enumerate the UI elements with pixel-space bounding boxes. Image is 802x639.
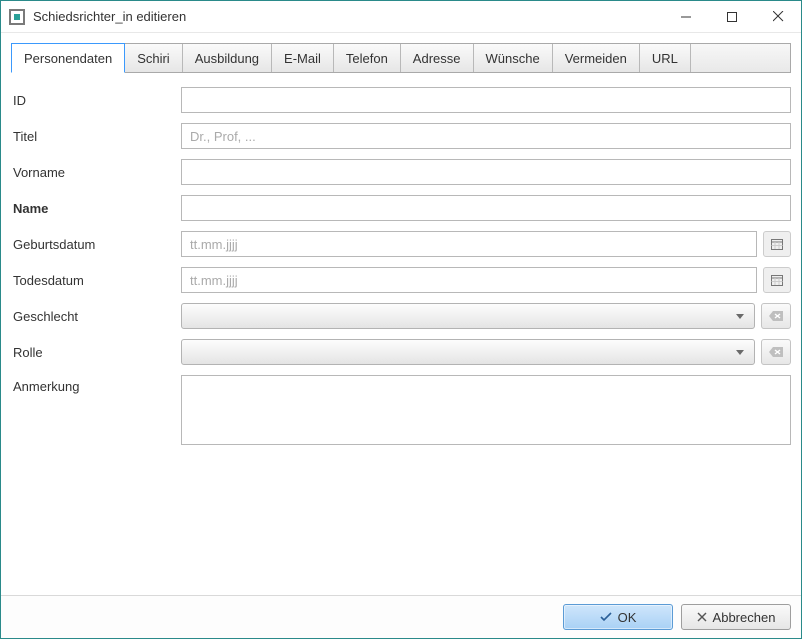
window-title: Schiedsrichter_in editieren: [33, 9, 663, 24]
select-rolle[interactable]: [181, 339, 755, 365]
minimize-button[interactable]: [663, 1, 709, 32]
close-icon: [773, 11, 784, 22]
label-titel: Titel: [11, 129, 181, 144]
datepicker-todesdatum-button[interactable]: [763, 267, 791, 293]
tab-wuensche[interactable]: Wünsche: [474, 44, 553, 72]
row-vorname: Vorname: [11, 159, 791, 185]
calendar-icon: [771, 274, 783, 286]
clear-rolle-button[interactable]: [761, 339, 791, 365]
label-vorname: Vorname: [11, 165, 181, 180]
tab-adresse[interactable]: Adresse: [401, 44, 474, 72]
label-id: ID: [11, 93, 181, 108]
ok-button[interactable]: OK: [563, 604, 673, 630]
row-name: Name: [11, 195, 791, 221]
row-anmerkung: Anmerkung: [11, 375, 791, 445]
input-todesdatum[interactable]: [181, 267, 757, 293]
dialog-footer: OK Abbrechen: [1, 595, 801, 638]
row-id: ID: [11, 87, 791, 113]
dialog-window: Schiedsrichter_in editieren Personendate…: [0, 0, 802, 639]
row-rolle: Rolle: [11, 339, 791, 365]
title-bar: Schiedsrichter_in editieren: [1, 1, 801, 33]
input-titel[interactable]: [181, 123, 791, 149]
label-todesdatum: Todesdatum: [11, 273, 181, 288]
chevron-down-icon: [736, 314, 744, 319]
chevron-down-icon: [736, 350, 744, 355]
tab-ausbildung[interactable]: Ausbildung: [183, 44, 272, 72]
datepicker-geburtsdatum-button[interactable]: [763, 231, 791, 257]
textarea-anmerkung[interactable]: [181, 375, 791, 445]
input-vorname[interactable]: [181, 159, 791, 185]
label-anmerkung: Anmerkung: [11, 375, 181, 394]
app-icon: [9, 9, 25, 25]
window-controls: [663, 1, 801, 32]
clear-icon: [769, 311, 783, 321]
tab-schiri[interactable]: Schiri: [125, 44, 183, 72]
calendar-icon: [771, 238, 783, 250]
row-geburtsdatum: Geburtsdatum: [11, 231, 791, 257]
input-geburtsdatum[interactable]: [181, 231, 757, 257]
tab-email[interactable]: E-Mail: [272, 44, 334, 72]
cancel-button[interactable]: Abbrechen: [681, 604, 791, 630]
row-todesdatum: Todesdatum: [11, 267, 791, 293]
tab-area: Personendaten Schiri Ausbildung E-Mail T…: [1, 33, 801, 73]
label-geschlecht: Geschlecht: [11, 309, 181, 324]
tab-vermeiden[interactable]: Vermeiden: [553, 44, 640, 72]
form-panel: ID Titel Vorname Name Geburtsdatum: [1, 73, 801, 595]
tab-bar: Personendaten Schiri Ausbildung E-Mail T…: [11, 43, 791, 73]
clear-geschlecht-button[interactable]: [761, 303, 791, 329]
cancel-button-label: Abbrechen: [713, 610, 776, 625]
select-geschlecht[interactable]: [181, 303, 755, 329]
minimize-icon: [681, 12, 691, 22]
check-icon: [600, 612, 612, 622]
x-icon: [697, 612, 707, 622]
close-button[interactable]: [755, 1, 801, 32]
label-rolle: Rolle: [11, 345, 181, 360]
row-geschlecht: Geschlecht: [11, 303, 791, 329]
tab-url[interactable]: URL: [640, 44, 691, 72]
label-name: Name: [11, 201, 181, 216]
maximize-icon: [727, 12, 737, 22]
clear-icon: [769, 347, 783, 357]
row-titel: Titel: [11, 123, 791, 149]
input-name[interactable]: [181, 195, 791, 221]
ok-button-label: OK: [618, 610, 637, 625]
tab-telefon[interactable]: Telefon: [334, 44, 401, 72]
maximize-button[interactable]: [709, 1, 755, 32]
tab-personendaten[interactable]: Personendaten: [11, 43, 125, 73]
input-id[interactable]: [181, 87, 791, 113]
label-geburtsdatum: Geburtsdatum: [11, 237, 181, 252]
